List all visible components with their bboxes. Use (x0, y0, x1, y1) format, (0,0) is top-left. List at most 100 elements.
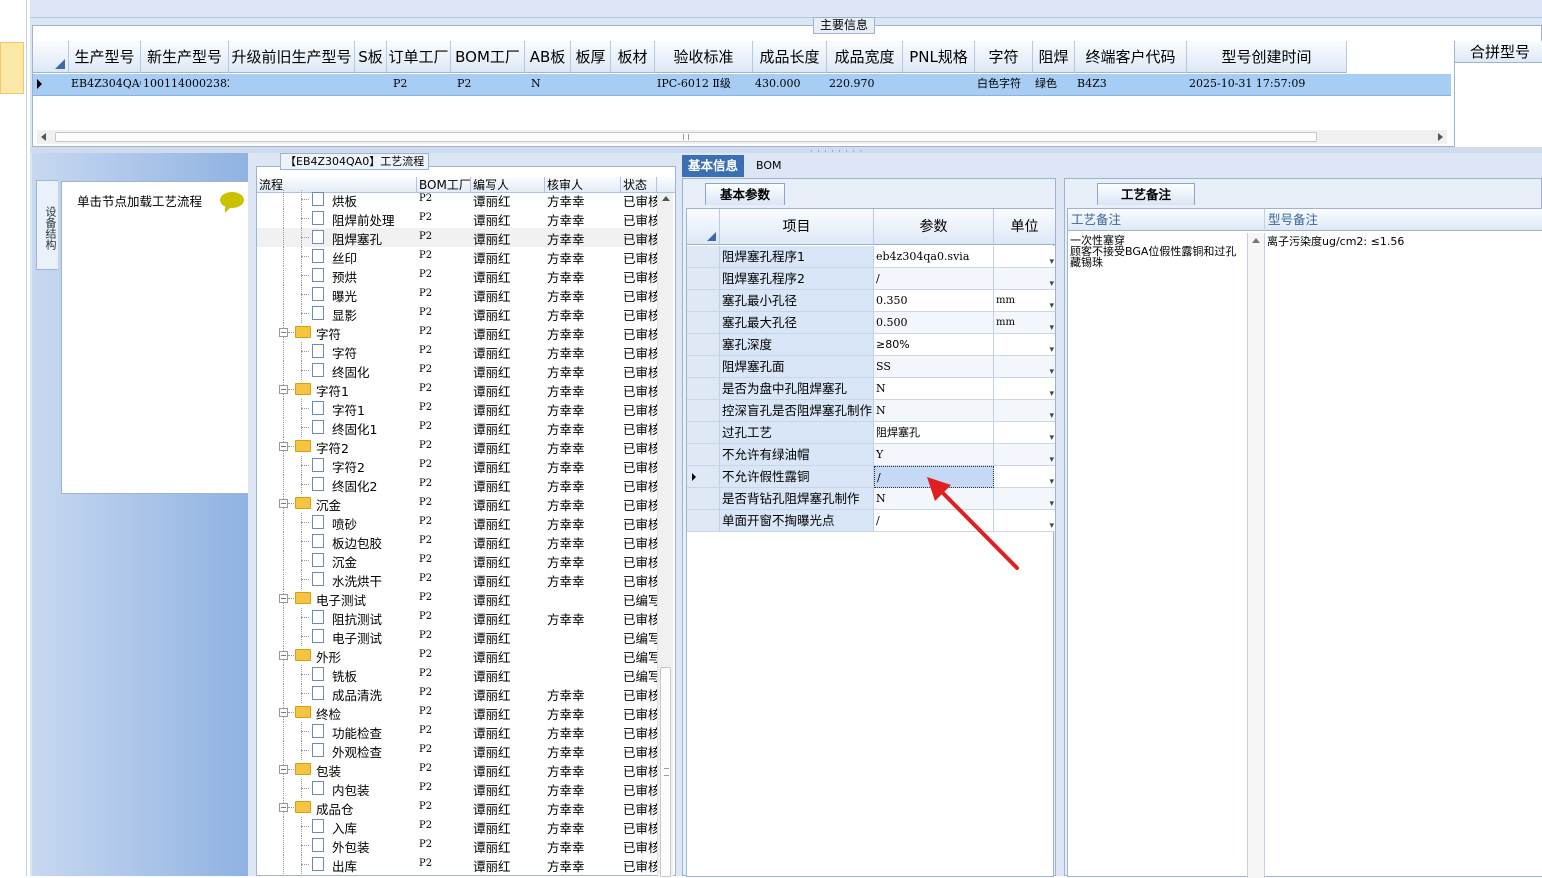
grid-cell-created[interactable]: 2025-10-31 17:57:09 (1187, 74, 1347, 94)
collapse-icon[interactable]: − (279, 442, 288, 451)
param-row[interactable]: 塞孔最小孔径 0.350 mm ▾ (687, 290, 1055, 312)
grid-header-col-11[interactable]: 成品长度 (753, 41, 827, 73)
tree-row[interactable]: 显影 P2 谭丽红 方幸幸 已审核 (257, 304, 659, 323)
param-row[interactable]: 控深盲孔是否阻焊塞孔制作 N ▾ (687, 400, 1055, 422)
param-value[interactable]: / (874, 510, 994, 532)
tree-group-row[interactable]: − 字符2 P2 谭丽红 方幸幸 已审核 (257, 437, 659, 456)
grid-header-col-8[interactable]: 板厚 (571, 41, 611, 73)
param-row[interactable]: 阻焊塞孔程序1 eb4z304qa0.svia ▾ (687, 246, 1055, 268)
param-row-indicator[interactable] (687, 466, 720, 488)
tree-group-row[interactable]: − 外形 P2 谭丽红 已编写 (257, 646, 659, 665)
tree-row[interactable]: 铣板 P2 谭丽红 已编写 (257, 665, 659, 684)
tree-row[interactable]: 水洗烘干 P2 谭丽红 方幸幸 已审核 (257, 570, 659, 589)
tree-row[interactable]: 丝印 P2 谭丽红 方幸幸 已审核 (257, 247, 659, 266)
model-remarks-text[interactable]: 离子污染度ug/cm2: ≤1.56 (1264, 233, 1542, 878)
param-value[interactable]: Y (874, 444, 994, 466)
tree-row[interactable]: 字符 P2 谭丽红 方幸幸 已审核 (257, 342, 659, 361)
param-row-indicator[interactable] (687, 422, 720, 444)
tree-row[interactable]: 烘板 P2 谭丽红 方幸幸 已审核 (257, 190, 659, 209)
param-row[interactable]: 过孔工艺 阻焊塞孔 ▾ (687, 422, 1055, 444)
tree-row[interactable]: 终固化2 P2 谭丽红 方幸幸 已审核 (257, 475, 659, 494)
tree-row[interactable]: 电子测试 P2 谭丽红 已编写 (257, 627, 659, 646)
grid-cell-old-model[interactable] (229, 74, 355, 94)
tree-row[interactable]: 出库 P2 谭丽红 方幸幸 已审核 (257, 855, 659, 874)
param-value[interactable]: / (874, 268, 994, 290)
param-row-indicator[interactable] (687, 378, 720, 400)
equipment-structure-tab[interactable]: 设备结构 (36, 180, 58, 270)
tree-row[interactable]: 成品清洗 P2 谭丽红 方幸幸 已审核 (257, 684, 659, 703)
tree-group-row[interactable]: − 字符1 P2 谭丽红 方幸幸 已审核 (257, 380, 659, 399)
left-edge-highlight[interactable] (0, 42, 24, 94)
left-splitter[interactable] (248, 153, 256, 876)
tree-row[interactable]: 内包装 P2 谭丽红 方幸幸 已审核 (257, 779, 659, 798)
grid-cell-bom-factory[interactable]: P2 (451, 74, 525, 94)
param-value[interactable]: 0.350 (874, 290, 994, 312)
tree-group-row[interactable]: − 包装 P2 谭丽红 方幸幸 已审核 (257, 760, 659, 779)
tree-group-row[interactable]: − 成品仓 P2 谭丽红 方幸幸 已审核 (257, 798, 659, 817)
grid-cell-ab-board[interactable]: N (525, 74, 571, 94)
param-value[interactable]: eb4z304qa0.svia (874, 246, 994, 268)
grid-header-col-7[interactable]: AB板 (525, 41, 571, 73)
grid-header-col-10[interactable]: 验收标准 (655, 41, 753, 73)
horizontal-scrollbar[interactable] (37, 130, 1447, 144)
tree-row[interactable]: 外包装 P2 谭丽红 方幸幸 已审核 (257, 836, 659, 855)
param-row-indicator[interactable] (687, 334, 720, 356)
param-row[interactable]: 塞孔最大孔径 0.500 mm ▾ (687, 312, 1055, 334)
scroll-up-icon[interactable] (1252, 238, 1260, 243)
grid-header-col-1[interactable]: 生产型号 (69, 41, 141, 73)
tab-basic-info[interactable]: 基本信息 (682, 155, 745, 177)
right-splitter[interactable] (1056, 178, 1064, 876)
grid-header-col-4[interactable]: S板 (355, 41, 387, 73)
tree-row[interactable]: 阻抗测试 P2 谭丽红 方幸幸 已审核 (257, 608, 659, 627)
collapse-icon[interactable]: − (279, 499, 288, 508)
tree-row[interactable]: 阻焊塞孔 P2 谭丽红 方幸幸 已审核 (257, 228, 659, 247)
grid-cell-solder-mask[interactable]: 绿色 (1033, 74, 1075, 94)
param-value[interactable]: N (874, 400, 994, 422)
param-row-indicator[interactable] (687, 400, 720, 422)
tree-row[interactable]: 板边包胶 P2 谭丽红 方幸幸 已审核 (257, 532, 659, 551)
tree-row[interactable]: 字符2 P2 谭丽红 方幸幸 已审核 (257, 456, 659, 475)
param-row[interactable]: 是否背钻孔阻焊塞孔制作 N ▾ (687, 488, 1055, 510)
tree-group-row[interactable]: − 沉金 P2 谭丽红 方幸幸 已审核 (257, 494, 659, 513)
grid-header-col-3[interactable]: 升级前旧生产型号 (229, 41, 355, 73)
tree-row[interactable]: 曝光 P2 谭丽红 方幸幸 已审核 (257, 285, 659, 304)
tab-basic-params[interactable]: 基本参数 (705, 183, 785, 205)
grid-cell-customer-code[interactable]: B4Z3 (1075, 74, 1187, 94)
collapse-icon[interactable]: − (279, 594, 288, 603)
param-row-indicator[interactable] (687, 246, 720, 268)
grid-cell-standard[interactable]: IPC-6012 Ⅱ级 (655, 74, 753, 94)
param-row-indicator[interactable] (687, 312, 720, 334)
params-grid-corner[interactable] (687, 209, 720, 245)
tab-process-remarks[interactable]: 工艺备注 (1097, 183, 1195, 205)
collapse-icon[interactable]: − (279, 765, 288, 774)
grid-header-col-6[interactable]: BOM工厂 (451, 41, 525, 73)
grid-header-col-13[interactable]: PNL规格 (903, 41, 975, 73)
param-row[interactable]: 不允许假性露铜 / ▾ (687, 466, 1055, 488)
tree-row[interactable]: 喷砂 P2 谭丽红 方幸幸 已审核 (257, 513, 659, 532)
param-row-indicator[interactable] (687, 444, 720, 466)
param-value[interactable]: 阻焊塞孔 (874, 422, 994, 444)
collapse-icon[interactable]: − (279, 651, 288, 660)
param-row-indicator[interactable] (687, 290, 720, 312)
remarks-scrollbar[interactable] (1248, 233, 1264, 878)
grid-header-col-2[interactable]: 新生产型号 (141, 41, 229, 73)
tree-group-row[interactable]: − 字符 P2 谭丽红 方幸幸 已审核 (257, 323, 659, 342)
param-row-indicator[interactable] (687, 510, 720, 532)
tree-vertical-scrollbar[interactable] (657, 193, 673, 877)
merge-model-header[interactable]: 合拼型号 (1454, 41, 1542, 63)
param-row[interactable]: 塞孔深度 ≥80% ▾ (687, 334, 1055, 356)
grid-header-col-12[interactable]: 成品宽度 (827, 41, 903, 73)
tree-row[interactable]: 沉金 P2 谭丽红 方幸幸 已审核 (257, 551, 659, 570)
param-row-indicator[interactable] (687, 356, 720, 378)
collapse-icon[interactable]: − (279, 803, 288, 812)
grid-cell-thickness[interactable] (571, 74, 611, 94)
params-header-item[interactable]: 项目 (720, 209, 874, 245)
param-row[interactable]: 不允许有绿油帽 Y ▾ (687, 444, 1055, 466)
grid-cell-length[interactable]: 430.000 (753, 74, 827, 94)
scroll-left-icon[interactable] (41, 133, 46, 141)
tree-row[interactable]: 入库 P2 谭丽红 方幸幸 已审核 (257, 817, 659, 836)
tree-group-row[interactable]: − 终检 P2 谭丽红 方幸幸 已审核 (257, 703, 659, 722)
param-row[interactable]: 是否为盘中孔阻焊塞孔 N ▾ (687, 378, 1055, 400)
param-value[interactable]: SS (874, 356, 994, 378)
grid-cell-character[interactable]: 白色字符 (975, 74, 1033, 94)
